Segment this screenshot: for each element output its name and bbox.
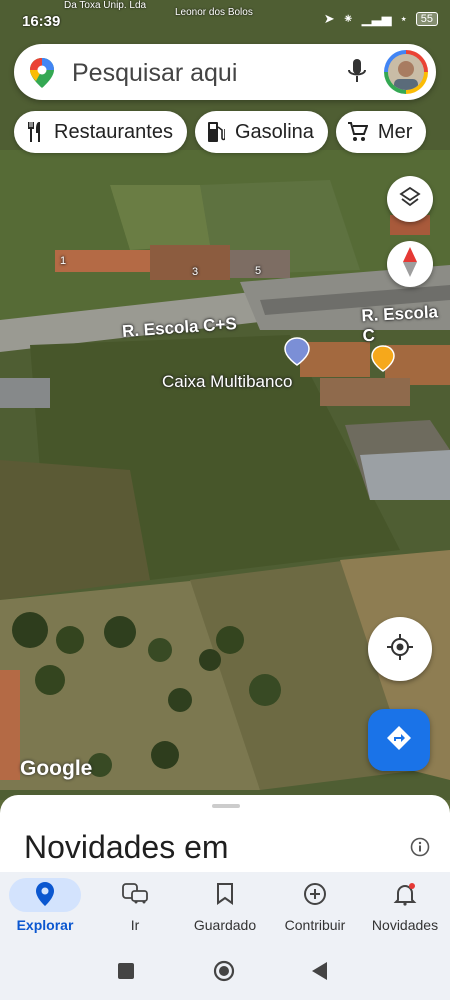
gas-station-icon [207, 122, 225, 142]
house-number: 3 [192, 266, 199, 278]
drag-handle[interactable] [212, 804, 240, 808]
avatar[interactable] [384, 50, 428, 94]
nav-icon-container [99, 878, 171, 912]
commute-icon [122, 882, 148, 908]
nav-icon-container [369, 878, 441, 912]
category-chips: Restaurantes Gasolina Mer [14, 111, 427, 153]
nav-label: Explorar [16, 917, 74, 933]
add-circle-icon [303, 882, 327, 909]
directions-button[interactable] [368, 709, 430, 771]
street-label: R. Escola C [361, 302, 439, 346]
nav-icon-container [279, 878, 351, 912]
status-icons: ➤ ⁕ ▁▃▅ ⋆ 55 [324, 11, 438, 27]
compass-icon [402, 246, 418, 282]
info-icon[interactable] [410, 837, 430, 862]
layers-button[interactable] [387, 176, 433, 222]
back-button[interactable] [312, 962, 328, 985]
chip-label: Restaurantes [54, 120, 173, 143]
chip-gas[interactable]: Gasolina [194, 111, 328, 153]
chip-restaurants[interactable]: Restaurantes [14, 111, 187, 153]
home-button[interactable] [213, 960, 235, 987]
search-bar[interactable]: Pesquisar aqui [14, 44, 436, 100]
recents-button[interactable] [118, 963, 134, 984]
bell-icon [393, 882, 417, 909]
compass-button[interactable] [387, 241, 433, 287]
search-input[interactable]: Pesquisar aqui [72, 59, 237, 88]
chip-label: Mer [377, 120, 413, 143]
nav-label: Contribuir [284, 917, 346, 933]
nav-explorar[interactable]: Explorar [0, 872, 90, 947]
signal-icon: ▁▃▅ [361, 11, 392, 26]
restaurant-icon [26, 122, 44, 142]
battery-icon: 55 [415, 12, 438, 26]
location-icon: ➤ [323, 11, 335, 26]
explore-pin-icon [36, 881, 54, 909]
google-logo: Google [20, 757, 93, 780]
nav-label: Novidades [371, 917, 439, 933]
chip-label: Gasolina [234, 120, 314, 143]
wifi-icon: ⋆ [399, 11, 408, 26]
house-number: 1 [60, 255, 67, 267]
house-number: 5 [255, 265, 262, 277]
layers-icon [399, 186, 421, 213]
microphone-icon[interactable] [348, 59, 366, 90]
google-maps-pin-icon [30, 58, 54, 93]
status-time: 16:39 [22, 13, 61, 30]
my-location-button[interactable] [368, 617, 432, 681]
bookmark-icon [216, 882, 234, 908]
poi-label-atm[interactable]: Caixa Multibanco [162, 372, 292, 392]
nav-contribuir[interactable]: Contribuir [270, 872, 360, 947]
status-bar: 16:39 ➤ ⁕ ▁▃▅ ⋆ 55 [0, 0, 450, 40]
bottom-navigation: Explorar Ir Guardado Contribuir Novidade… [0, 872, 450, 947]
sheet-title: Novidades em [24, 829, 229, 865]
nav-guardado[interactable]: Guardado [180, 872, 270, 947]
directions-arrow-icon [386, 725, 412, 756]
bluetooth-icon: ⁕ [342, 11, 354, 26]
crosshair-icon [386, 633, 414, 666]
shopping-cart-icon [347, 122, 368, 142]
nav-icon-container [9, 878, 81, 912]
nav-novidades[interactable]: Novidades [360, 872, 450, 947]
nav-ir[interactable]: Ir [90, 872, 180, 947]
profile-photo [388, 54, 424, 90]
system-navigation-bar [0, 947, 450, 1000]
nav-label: Guardado [193, 917, 257, 933]
nav-icon-container [189, 878, 261, 912]
chip-market[interactable]: Mer [335, 111, 427, 153]
nav-label: Ir [130, 917, 140, 933]
